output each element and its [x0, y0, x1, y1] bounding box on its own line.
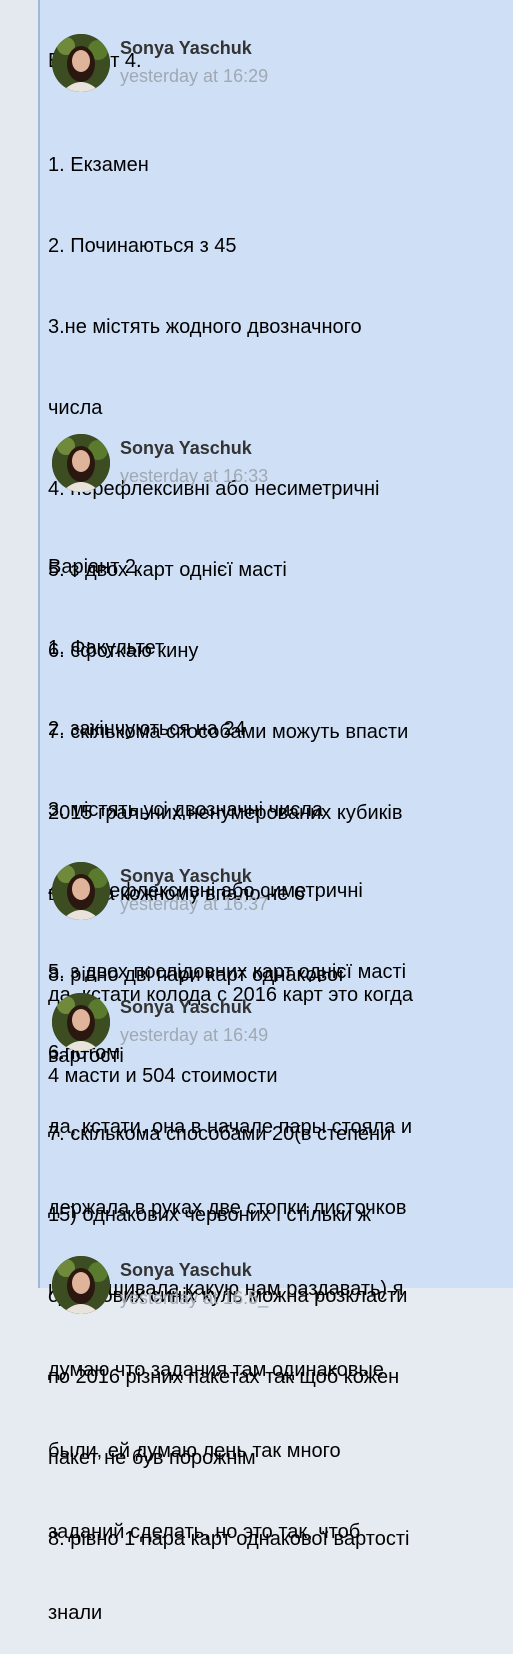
- message-line: держала в руках две стопки листочков: [48, 1197, 407, 1219]
- avatar[interactable]: [52, 34, 110, 92]
- avatar-photo-icon: [52, 993, 110, 1051]
- message-body: да, кстати, она в начале пары стояла и д…: [48, 1060, 498, 1654]
- message-timestamp[interactable]: yesterday at 16:33: [120, 466, 268, 487]
- message-line: числа: [48, 397, 103, 419]
- message-line: да, кстати, она в начале пары стояла и: [48, 1116, 413, 1138]
- message-header: Sonya Yaschuk yesterday at 16:37: [52, 862, 492, 922]
- message-line: знали: [48, 1602, 103, 1624]
- message-line: 1. Факультет: [48, 637, 165, 659]
- author-name[interactable]: Sonya Yaschuk: [120, 438, 252, 459]
- author-name[interactable]: Sonya Yaschuk: [120, 866, 252, 887]
- message-line: 2. Починаються з 45: [48, 235, 237, 257]
- avatar-photo-icon: [52, 434, 110, 492]
- message-header: Sonya Yaschuk yesterday at 16:5_: [52, 1256, 492, 1316]
- author-name[interactable]: Sonya Yaschuk: [120, 997, 252, 1018]
- message-line: заданий сделать, но это так, чтоб: [48, 1521, 361, 1543]
- avatar-photo-icon: [52, 34, 110, 92]
- avatar[interactable]: [52, 434, 110, 492]
- message-timestamp[interactable]: yesterday at 16:5_: [120, 1288, 268, 1309]
- message-line: 3. містять усі двозначні числа: [48, 799, 324, 821]
- message-timestamp[interactable]: yesterday at 16:29: [120, 66, 268, 87]
- author-name[interactable]: Sonya Yaschuk: [120, 1260, 252, 1281]
- avatar[interactable]: [52, 993, 110, 1051]
- message-header: Sonya Yaschuk yesterday at 16:49: [52, 993, 492, 1053]
- message-timestamp[interactable]: yesterday at 16:49: [120, 1025, 268, 1046]
- message-header: Sonya Yaschuk yesterday at 16:33: [52, 434, 492, 494]
- message-line: 1. Екзамен: [48, 154, 149, 176]
- message-header: Sonya Yaschuk yesterday at 16:29: [52, 34, 492, 94]
- avatar[interactable]: [52, 1256, 110, 1314]
- author-name[interactable]: Sonya Yaschuk: [120, 38, 252, 59]
- left-gutter: [0, 0, 38, 1280]
- message-timestamp[interactable]: yesterday at 16:37: [120, 894, 268, 915]
- avatar-photo-icon: [52, 1256, 110, 1314]
- message-line: Варіант 2.: [48, 556, 142, 578]
- avatar-photo-icon: [52, 862, 110, 920]
- message-line: 2. закінчуються на 24: [48, 718, 246, 740]
- message-line: были, ей думаю лень так много: [48, 1440, 341, 1462]
- message-line: 3.не містять жодного двозначного: [48, 316, 362, 338]
- message-line: думаю что задания там одинаковые: [48, 1359, 384, 1381]
- avatar[interactable]: [52, 862, 110, 920]
